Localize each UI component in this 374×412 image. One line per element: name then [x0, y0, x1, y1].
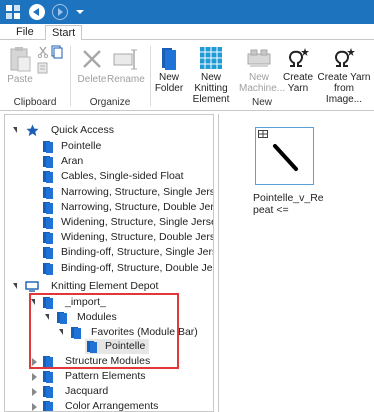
rename-button[interactable]: Rename	[107, 46, 145, 85]
expand-closed-icon[interactable]	[32, 373, 37, 381]
tree-label: Binding-off, Structure, Double Jersey	[61, 261, 213, 274]
tree-label: Pointelle	[61, 140, 102, 152]
tree-item-quick-access[interactable]: Quick Access	[11, 123, 211, 138]
rename-label: Rename	[107, 74, 145, 85]
expand-open-icon[interactable]	[13, 127, 17, 133]
star-icon	[26, 124, 39, 137]
clipboard-icon	[10, 47, 31, 72]
tree-label: Narrowing, Structure, Single Jersey	[61, 185, 214, 198]
rename-icon	[113, 49, 137, 70]
create-yarn-button[interactable]: Create Yarn	[281, 46, 315, 94]
paste-label: Paste	[7, 74, 33, 85]
knitting-element-thumbnail[interactable]	[255, 127, 314, 185]
yarn-omega-star-icon	[289, 48, 309, 67]
thumbnail-caption: Pointelle_v_Repeat <=	[253, 192, 324, 216]
tree-label: Widening, Structure, Double Jersey	[61, 231, 214, 244]
tree-label: Widening, Structure, Single Jersey	[61, 216, 214, 228]
folder-book-icon	[43, 186, 53, 199]
folder-book-icon	[162, 48, 176, 70]
tree-item-quick-access-entry[interactable]: Binding-off, Structure, Double Jersey	[43, 261, 213, 276]
ribbon-tabs: File Start	[0, 24, 374, 40]
tree-item-depot-child[interactable]: Jacquard	[31, 384, 201, 399]
pointelle-stroke-icon	[273, 144, 298, 171]
expand-closed-icon[interactable]	[32, 403, 37, 411]
yarn-omega-star-icon	[335, 48, 355, 67]
tree-label: Binding-off, Structure, Single Jersey	[61, 246, 214, 259]
new-machine-label-line2: Machine...	[239, 83, 286, 94]
delete-button[interactable]: Delete	[77, 46, 107, 85]
tree-item-quick-access-entry[interactable]: Narrowing, Structure, Double Jersey	[43, 200, 213, 215]
ribbon-separator	[150, 46, 151, 106]
quick-access-dropdown-icon[interactable]	[76, 10, 84, 14]
expand-closed-icon[interactable]	[32, 388, 37, 396]
folder-book-icon	[43, 171, 53, 184]
folder-book-icon	[43, 262, 53, 275]
tree-item-knitting-element-depot[interactable]: Knitting Element Depot	[11, 279, 211, 294]
knitting-grid-icon	[200, 47, 222, 69]
tree-item-quick-access-entry[interactable]: Widening, Structure, Single Jersey	[43, 215, 213, 230]
ribbon: Paste Clipboard Delete Rename Organize N…	[0, 39, 374, 111]
new-folder-label-line1: New	[158, 72, 179, 83]
paste-button[interactable]: Paste	[6, 46, 34, 85]
new-folder-button[interactable]: New Folder	[153, 46, 185, 94]
tree-item-quick-access-entry[interactable]: Narrowing, Structure, Single Jersey	[43, 185, 213, 200]
folder-tree[interactable]: Quick Access Pointelle Aran Cables, Single…	[4, 114, 214, 412]
app-icon	[6, 5, 20, 19]
folder-book-icon	[43, 371, 53, 383]
copy-icon[interactable]	[51, 45, 63, 59]
tree-item-depot-child[interactable]: Pattern Elements	[31, 369, 201, 384]
tree-item-quick-access-entry[interactable]: Aran	[43, 154, 213, 169]
cut-icon[interactable]	[37, 46, 49, 58]
create-yarn-label-line1: Create	[282, 72, 313, 83]
tree-label: Narrowing, Structure, Double Jersey	[61, 200, 214, 213]
new-knitting-element-label-line1: New Knitting	[194, 72, 228, 94]
forward-arrow-icon[interactable]	[52, 4, 68, 20]
organize-group-label: Organize	[89, 97, 131, 108]
tree-label: Jacquard	[65, 385, 109, 397]
folder-book-icon	[43, 401, 53, 411]
new-folder-label-line2: Folder	[154, 83, 184, 94]
tree-label: Knitting Element Depot	[51, 280, 159, 292]
tree-item-quick-access-entry[interactable]: Widening, Structure, Double Jersey	[43, 230, 213, 245]
delete-x-icon	[83, 50, 101, 68]
tab-start[interactable]: Start	[45, 25, 83, 40]
new-machine-button[interactable]: New Machine...	[239, 46, 286, 94]
tree-label: Color Arrangements	[65, 400, 159, 412]
tree-label: Pattern Elements	[65, 370, 146, 382]
new-machine-label-line1: New	[248, 72, 269, 83]
expand-open-icon[interactable]	[13, 283, 17, 289]
folder-book-icon	[43, 156, 53, 169]
tab-file[interactable]: File	[10, 25, 40, 40]
ribbon-separator	[70, 46, 71, 106]
content-pane[interactable]: Pointelle_v_Repeat <=	[218, 114, 374, 412]
folder-book-icon	[43, 386, 53, 398]
new-group-label: New	[251, 97, 272, 108]
folder-book-icon	[43, 247, 53, 260]
tree-item-depot-child[interactable]: Color Arrangements	[31, 399, 201, 412]
tree-item-quick-access-entry[interactable]: Cables, Single-sided Float	[43, 169, 213, 184]
folder-book-icon	[43, 141, 53, 153]
back-arrow-icon[interactable]	[29, 4, 45, 20]
delete-label: Delete	[77, 74, 107, 85]
create-yarn-label-line2: Yarn	[287, 83, 309, 94]
tree-label: Cables, Single-sided Float	[61, 170, 184, 183]
folder-book-icon	[43, 232, 53, 245]
highlight-rectangle	[29, 293, 179, 369]
tree-label: Aran	[61, 155, 84, 168]
tree-item-quick-access-entry[interactable]: Binding-off, Structure, Single Jersey	[43, 245, 213, 260]
folder-book-icon	[43, 201, 53, 214]
monitor-icon	[25, 281, 39, 292]
tree-item-quick-access-entry[interactable]: Pointelle	[43, 139, 213, 154]
machine-icon	[247, 49, 271, 67]
folder-book-icon	[43, 217, 53, 229]
copy-path-icon[interactable]	[37, 62, 49, 74]
title-bar	[0, 0, 374, 24]
tree-label: Quick Access	[51, 124, 115, 136]
clipboard-group-label: Clipboard	[13, 97, 57, 108]
create-yarn-from-image-label-line1: Create Yarn	[317, 72, 371, 83]
